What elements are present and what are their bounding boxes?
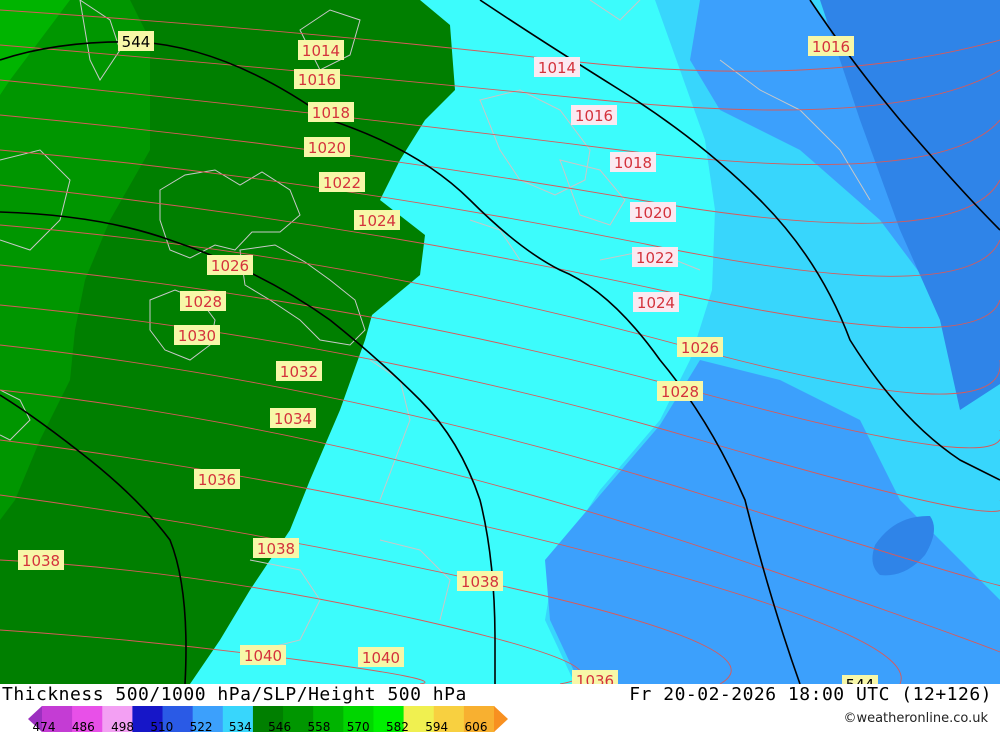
svg-text:1020: 1020 <box>308 139 346 157</box>
svg-text:1028: 1028 <box>184 293 222 311</box>
scale-tick-label: 522 <box>189 720 213 734</box>
isobar-label: 1038 <box>253 538 299 558</box>
isobar-label: 1040 <box>240 645 286 665</box>
svg-text:1030: 1030 <box>178 327 216 345</box>
height-label: 544 <box>118 31 154 51</box>
weather-map: 1014 1016 1018 1020 1022 1024 1026 1028 … <box>0 0 1000 684</box>
svg-text:1020: 1020 <box>634 204 672 222</box>
isobar-label: 1028 <box>180 291 226 311</box>
svg-text:1034: 1034 <box>274 410 312 428</box>
svg-text:1016: 1016 <box>298 71 336 89</box>
svg-text:544: 544 <box>846 676 875 684</box>
svg-text:1014: 1014 <box>538 59 576 77</box>
svg-text:1022: 1022 <box>323 174 361 192</box>
scale-tick-label: 546 <box>268 720 292 734</box>
isobar-label: 1014 <box>534 57 580 77</box>
isobar-label: 1024 <box>354 210 400 230</box>
scale-tick-label: 582 <box>386 720 409 734</box>
color-scale-labels: 474 486 498 510 522 534 546 558 570 582 594 606 <box>28 720 508 734</box>
svg-text:1024: 1024 <box>358 212 396 230</box>
isobar-label: 1040 <box>358 647 404 667</box>
svg-text:1014: 1014 <box>302 42 340 60</box>
isobar-label: 1032 <box>276 361 322 381</box>
svg-text:1018: 1018 <box>614 154 652 172</box>
scale-tick-label: 570 <box>346 720 370 734</box>
svg-text:1036: 1036 <box>576 672 614 684</box>
svg-text:1026: 1026 <box>681 339 719 357</box>
scale-tick-label: 558 <box>307 720 331 734</box>
isobar-label: 1016 <box>294 69 340 89</box>
svg-text:1022: 1022 <box>636 249 674 267</box>
scale-tick-label: 474 <box>32 720 56 734</box>
isobar-label: 1016 <box>808 36 854 56</box>
isobar-label: 1024 <box>633 292 679 312</box>
isobar-label: 1036 <box>194 469 240 489</box>
scale-tick-label: 498 <box>111 720 134 734</box>
svg-text:1018: 1018 <box>312 104 350 122</box>
svg-text:1040: 1040 <box>244 647 282 665</box>
svg-text:1024: 1024 <box>637 294 675 312</box>
isobar-label: 1020 <box>630 202 676 222</box>
scale-tick-label: 606 <box>464 720 488 734</box>
isobar-label: 1026 <box>677 337 723 357</box>
isobar-label: 1016 <box>571 105 617 125</box>
isobar-label: 1018 <box>610 152 656 172</box>
svg-text:1026: 1026 <box>211 257 249 275</box>
svg-text:1016: 1016 <box>575 107 613 125</box>
scale-tick-label: 486 <box>71 720 95 734</box>
isobar-label: 1038 <box>18 550 64 570</box>
isobar-label: 1022 <box>632 247 678 267</box>
scale-tick-label: 534 <box>228 720 252 734</box>
isobar-label: 1028 <box>657 381 703 401</box>
isobar-label: 1026 <box>207 255 253 275</box>
footer: Thickness 500/1000 hPa/SLP/Height 500 hP… <box>0 684 1000 734</box>
valid-time: Fr 20-02-2026 18:00 UTC (12+126) <box>629 684 992 705</box>
isobar-label: 1034 <box>270 408 316 428</box>
map-title: Thickness 500/1000 hPa/SLP/Height 500 hP… <box>2 684 467 705</box>
isobar-label: 1018 <box>308 102 354 122</box>
isobar-label: 1030 <box>174 325 220 345</box>
credit-text: ©weatheronline.co.uk <box>843 711 988 726</box>
svg-text:1016: 1016 <box>812 38 850 56</box>
isobar-label: 1036 <box>572 670 618 684</box>
isobar-label: 1038 <box>457 571 503 591</box>
height-label: 544 <box>842 675 878 684</box>
svg-text:1038: 1038 <box>22 552 60 570</box>
svg-text:1040: 1040 <box>362 649 400 667</box>
isobar-label: 1022 <box>319 172 365 192</box>
scale-tick-label: 594 <box>425 720 449 734</box>
svg-text:1028: 1028 <box>661 383 699 401</box>
isobar-label: 1014 <box>298 40 344 60</box>
scale-tick-label: 510 <box>150 720 174 734</box>
svg-text:1036: 1036 <box>198 471 236 489</box>
isobar-label: 1020 <box>304 137 350 157</box>
svg-text:1032: 1032 <box>280 363 318 381</box>
svg-text:1038: 1038 <box>461 573 499 591</box>
svg-text:544: 544 <box>122 33 151 51</box>
svg-text:1038: 1038 <box>257 540 295 558</box>
